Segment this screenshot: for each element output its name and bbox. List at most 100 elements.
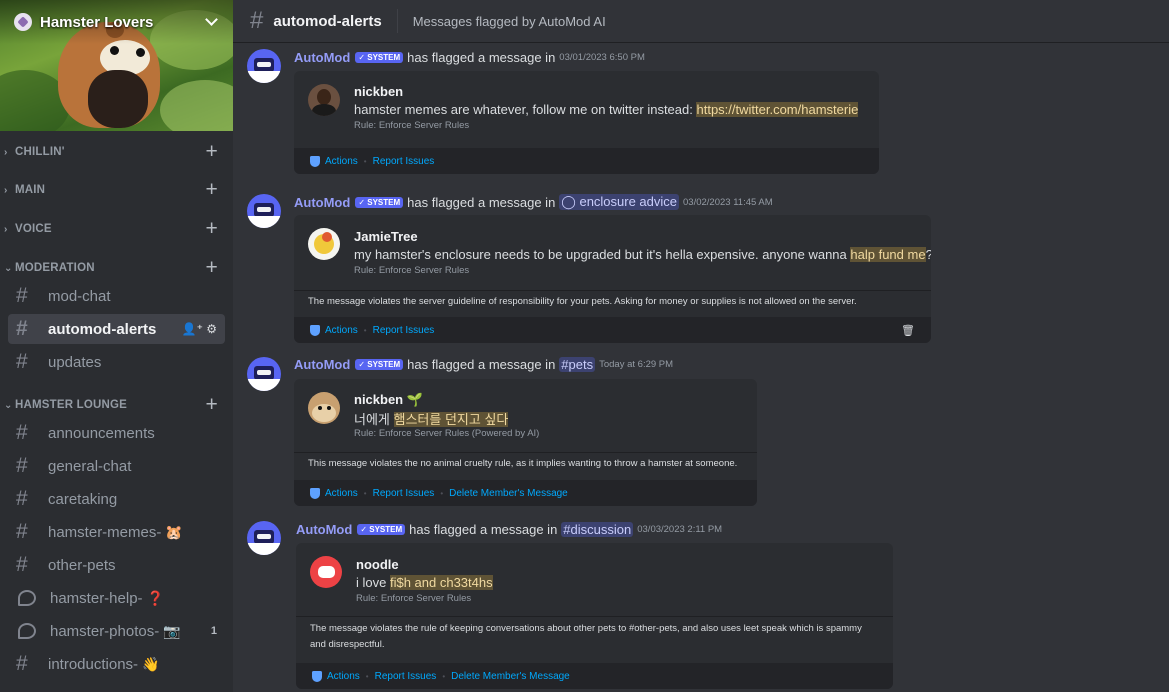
add-channel-icon[interactable]: + — [206, 393, 218, 417]
hash-icon: # — [16, 350, 28, 373]
channel-caretaking[interactable]: # caretaking — [8, 484, 225, 514]
hash-icon: # — [250, 7, 264, 34]
timestamp: 03/03/2023 2:11 PM — [637, 524, 723, 535]
category-main[interactable]: › MAIN + — [4, 178, 226, 202]
flagged-keyword[interactable]: 햄스터를 던지고 싶다 — [393, 412, 509, 427]
shield-icon — [310, 324, 320, 336]
server-header[interactable]: Hamster Lovers — [0, 0, 233, 44]
user-name-text[interactable]: nickben — [354, 392, 403, 407]
channel-automod-alerts[interactable]: # automod-alerts 👤⁺ ⚙ — [8, 314, 225, 344]
message-header: AutoMod ✓ SYSTEM has flagged a message i… — [294, 194, 773, 210]
chevron-down-icon[interactable] — [205, 13, 218, 26]
message-text: i love fi$h and ch33t4hs — [356, 575, 493, 590]
hash-icon: # — [16, 421, 28, 444]
author-name[interactable]: AutoMod — [294, 357, 350, 372]
question-emoji-icon: ❓ — [146, 589, 164, 606]
report-issues-link[interactable]: Report Issues — [373, 325, 435, 336]
flagged-message-card: JamieTree my hamster's enclosure needs t… — [294, 215, 931, 343]
server-name: Hamster Lovers — [40, 13, 154, 31]
user-name[interactable]: JamieTree — [354, 229, 418, 244]
channel-hamster-memes[interactable]: # hamster-memes- 🐹 — [8, 517, 225, 547]
hash-icon: # — [16, 454, 28, 477]
text: my hamster's enclosure needs to be upgra… — [354, 247, 851, 262]
channel-mention[interactable]: #pets — [559, 357, 596, 372]
timestamp: 03/01/2023 6:50 PM — [559, 52, 645, 63]
channel-other-pets[interactable]: # other-pets — [8, 550, 225, 580]
user-name[interactable]: noodle — [356, 557, 399, 572]
message-text: my hamster's enclosure needs to be upgra… — [354, 247, 931, 262]
channel-announcements[interactable]: # announcements — [8, 418, 225, 448]
report-issues-link[interactable]: Report Issues — [373, 156, 435, 167]
channel-mention[interactable]: #discussion — [561, 522, 634, 537]
violation-explanation: The message violates the server guidelin… — [294, 290, 931, 316]
hash-icon: # — [16, 553, 28, 576]
system-badge: ✓ SYSTEM — [355, 196, 404, 208]
action-bar: Actions • Report Issues • Delete Member's … — [294, 480, 757, 506]
category-voice[interactable]: › VOICE + — [4, 217, 226, 241]
author-name[interactable]: AutoMod — [294, 50, 350, 65]
rule-label: Rule: Enforce Server Rules — [354, 120, 470, 131]
category-moderation[interactable]: ⌄ MODERATION + — [4, 256, 226, 280]
channel-label: hamster-photos- — [50, 622, 160, 640]
message-header: AutoMod ✓ SYSTEM has flagged a message i… — [296, 522, 722, 537]
channel-label: hamster-memes- — [48, 523, 162, 541]
channel-label: other-pets — [48, 556, 116, 574]
category-label: MAIN — [15, 184, 46, 196]
delete-message-link[interactable]: Delete Member's Message — [451, 671, 570, 682]
user-name[interactable]: nickben — [354, 84, 403, 99]
report-issues-link[interactable]: Report Issues — [375, 671, 437, 682]
category-chillin[interactable]: › CHILLIN' + — [4, 140, 226, 164]
automod-avatar[interactable] — [247, 521, 281, 555]
channel-label: introductions- — [48, 655, 139, 673]
channel-general-chat[interactable]: # general-chat — [8, 451, 225, 481]
add-channel-icon[interactable]: + — [206, 178, 218, 202]
add-channel-icon[interactable]: + — [206, 256, 218, 280]
channel-settings-icons[interactable]: 👤⁺ ⚙ — [182, 322, 217, 336]
user-avatar[interactable] — [308, 84, 340, 116]
author-name[interactable]: AutoMod — [294, 195, 350, 210]
report-issues-link[interactable]: Report Issues — [373, 488, 435, 499]
user-avatar[interactable] — [310, 556, 342, 588]
flagged-text: has flagged a message in — [409, 522, 558, 537]
channel-updates[interactable]: # updates — [8, 347, 225, 377]
channel-topic[interactable]: Messages flagged by AutoMod AI — [413, 14, 606, 29]
channel-hamster-help[interactable]: hamster-help- ❓ — [8, 583, 225, 613]
system-badge: ✓ SYSTEM — [355, 52, 404, 63]
actions-link[interactable]: Actions — [325, 488, 358, 499]
actions-link[interactable]: Actions — [325, 325, 358, 336]
channel-hamster-photos[interactable]: hamster-photos- 📷 1 — [8, 616, 225, 646]
forum-icon — [18, 590, 36, 606]
camera-emoji-icon: 📷 — [163, 622, 181, 639]
channel-label: general-chat — [48, 457, 132, 475]
channel-mod-chat[interactable]: # mod-chat — [8, 281, 225, 311]
actions-link[interactable]: Actions — [325, 156, 358, 167]
category-hamster-lounge[interactable]: ⌄ HAMSTER LOUNGE + — [4, 393, 226, 417]
shield-icon — [312, 670, 322, 682]
actions-link[interactable]: Actions — [327, 671, 360, 682]
automod-avatar[interactable] — [247, 194, 281, 228]
automod-message: AutoMod ✓ SYSTEM has flagged a message i… — [233, 46, 1169, 176]
rule-label: Rule: Enforce Server Rules (Powered by A… — [354, 428, 540, 439]
text: ? — [926, 247, 931, 262]
author-name[interactable]: AutoMod — [296, 522, 352, 537]
user-avatar[interactable] — [308, 392, 340, 424]
channel-introductions[interactable]: # introductions- 👋 — [8, 649, 225, 679]
automod-avatar[interactable] — [247, 357, 281, 391]
flagged-keyword[interactable]: fi$h and ch33t4hs — [389, 575, 493, 590]
flagged-message-card: noodle i love fi$h and ch33t4hs Rule: En… — [296, 543, 893, 689]
add-channel-icon[interactable]: + — [206, 217, 218, 241]
app-window: Hamster Lovers › CHILLIN' + › MAIN + › VOICE +… — [0, 0, 1169, 692]
category-label: CHILLIN' — [15, 146, 65, 158]
automod-avatar[interactable] — [247, 49, 281, 83]
flagged-keyword[interactable]: https://twitter.com/hamsterie — [696, 102, 859, 117]
delete-message-link[interactable]: Delete Member's Message — [449, 488, 568, 499]
add-channel-icon[interactable]: + — [206, 140, 218, 164]
category-label: HAMSTER LOUNGE — [15, 399, 128, 411]
trash-icon[interactable]: 🗑 — [901, 324, 915, 337]
channel-mention[interactable]: ◯ enclosure advice — [559, 194, 680, 210]
user-name: nickben 🌱 — [354, 392, 423, 408]
user-avatar[interactable] — [308, 228, 340, 260]
flagged-keyword[interactable]: halp fund me — [850, 247, 926, 262]
timestamp: 03/02/2023 11:45 AM — [683, 196, 773, 208]
text: hamster memes are whatever, follow me on… — [354, 102, 697, 117]
